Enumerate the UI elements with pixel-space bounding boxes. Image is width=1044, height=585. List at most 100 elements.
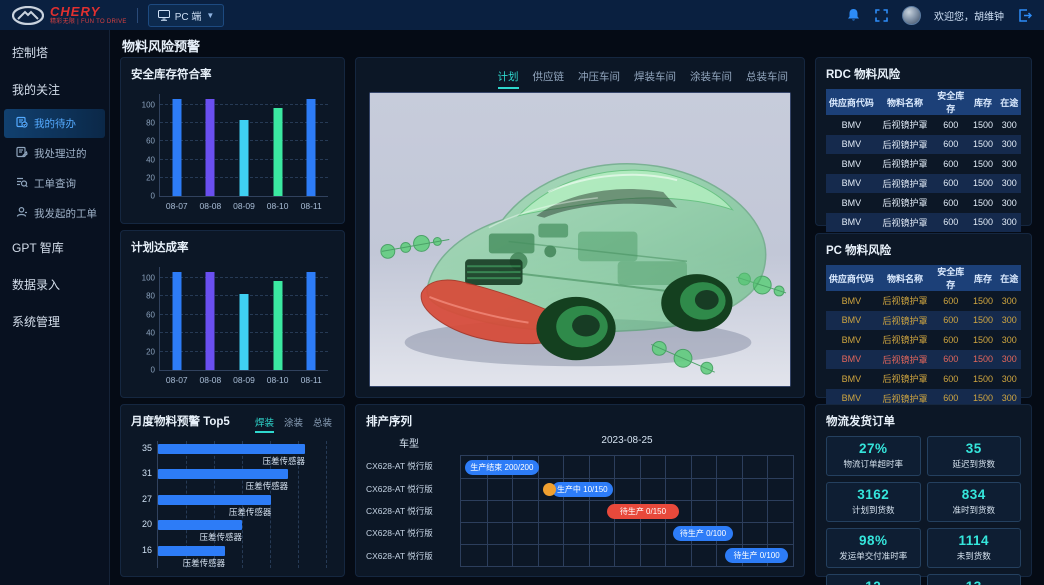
table-cell: 600 [933,350,968,370]
sidebar-item-label: 我的待办 [34,116,76,131]
table-cell: 600 [933,174,968,194]
sidebar-item-label: 我处理过的 [34,146,87,161]
gantt-model-label: CX628-AT 悦行版 [366,455,452,477]
device-selector-dropdown[interactable]: PC 端 ▼ [148,4,225,27]
table-cell: BMV [826,174,877,194]
person-icon [16,206,28,221]
y-axis-tick-label: 60 [146,137,155,146]
bar-item-label: 压差传感器 [199,531,242,543]
panel-title: 排产序列 [366,413,794,429]
sidebar-item-1[interactable]: 我的关注 [0,71,109,108]
table-cell: 后视镜护罩 [877,115,934,135]
table-row: BMV后视镜护罩6001500300 [826,213,1021,233]
chart-plot-area: 02040608010008-0708-0808-0908-1008-11 [159,94,328,197]
bar-20 [158,520,242,530]
table-cell: 后视镜护罩 [877,291,934,311]
sidebar-item-3[interactable]: 我处理过的 [4,139,105,168]
user-avatar[interactable] [902,6,921,25]
workshop-tab-冲压车间[interactable]: 冲压车间 [578,69,620,89]
notification-bell-icon[interactable] [846,8,861,23]
hbar-row: 20压差传感器 [158,517,326,542]
table-cell: 后视镜护罩 [877,213,934,233]
table-cell: 300 [998,135,1021,155]
y-axis-tick-label: 80 [146,119,155,128]
sidebar-item-label: 工单查询 [34,176,76,191]
table-cell: 后视镜护罩 [877,369,934,389]
kpi-card-5: 1114未到货数 [927,528,1022,568]
workshop-tab-涂装车间[interactable]: 涂装车间 [690,69,732,89]
table-cell: BMV [826,213,877,233]
sidebar-item-4[interactable]: 工单查询 [4,169,105,198]
x-axis-tick-label: 08-07 [166,375,188,385]
sidebar-item-2[interactable]: 我的待办 [4,109,105,138]
gantt-model-label: CX628-AT 悦行版 [366,477,452,499]
column-header: 安全库存 [933,265,968,291]
table-cell: 300 [998,350,1021,370]
x-axis-tick-label: 08-07 [166,201,188,211]
table-cell: BMV [826,350,877,370]
bar-08-07 [172,99,181,196]
table-row: BMV后视镜护罩6001500300 [826,330,1021,350]
table-cell: 后视镜护罩 [877,311,934,331]
hbar-row: 35压差传感器 [158,441,326,466]
table-header-row: 供应商代码物料名称安全库存库存在途 [826,265,1021,291]
table-cell: 300 [998,115,1021,135]
column-header: 库存 [968,265,997,291]
x-axis-tick-label: 08-08 [200,201,222,211]
front-wheel [536,297,615,360]
monitor-icon [158,10,170,21]
table-cell: 600 [933,291,968,311]
sidebar-item-0[interactable]: 控制塔 [0,34,109,71]
y-axis-tick-label: 20 [146,173,155,182]
table-cell: 300 [998,311,1021,331]
bar-08-10 [273,108,282,196]
gantt-bar: 待生产 0/100 [725,548,788,563]
column-header: 物料名称 [877,265,934,291]
chevron-down-icon: ▼ [206,11,214,20]
monthly-warning-hbar-chart: 35压差传感器31压差传感器27压差传感器20压差传感器16压差传感器 [131,435,334,570]
brand-tagline: 精彩无限 | FUN TO DRIVE [50,19,127,25]
chery-logo: CHERY 精彩无限 | FUN TO DRIVE [12,5,127,25]
y-axis-tick-label: 40 [146,329,155,338]
workshop-tab-焊装车间[interactable]: 焊装车间 [634,69,676,89]
hbar-row: 16压差传感器 [158,543,326,568]
exploded-car-render [369,92,791,387]
monthly-tab-总装[interactable]: 总装 [313,415,332,433]
gantt-gridline [563,456,564,566]
bar-value-label: 27 [142,494,152,504]
panel-title: 安全库存符合率 [131,66,334,82]
rear-wheel [661,274,732,331]
workshop-tab-计划[interactable]: 计划 [498,69,519,89]
sidebar-item-7[interactable]: 数据录入 [0,266,109,303]
x-axis-tick-label: 08-11 [301,201,322,211]
x-axis-tick-label: 08-09 [233,375,255,385]
sidebar-item-8[interactable]: 系统管理 [0,303,109,340]
fullscreen-icon[interactable] [874,8,889,23]
sidebar-item-6[interactable]: GPT 智库 [0,229,109,266]
table-row: BMV后视镜护罩6001500300 [826,291,1021,311]
sidebar-item-5[interactable]: 我发起的工单 [4,199,105,228]
kpi-card-1: 35延迟到货数 [927,436,1022,476]
table-cell: 600 [933,154,968,174]
bar-27 [158,495,271,505]
bar-value-label: 16 [142,545,152,555]
plan-completion-bar-chart: 02040608010008-0708-0808-0908-1008-11 [131,259,334,391]
kpi-value: 27% [829,441,918,456]
monthly-tab-涂装[interactable]: 涂装 [284,415,303,433]
workshop-tab-供应链[interactable]: 供应链 [533,69,565,89]
logout-icon[interactable] [1017,8,1032,23]
panel-vehicle-risk-view: 计划供应链冲压车间焊装车间涂装车间总装车间 [355,57,805,398]
bar-08-09 [240,294,249,370]
gantt-gridline [461,522,793,523]
table-cell: 600 [933,193,968,213]
monthly-warning-tabs: 焊装涂装总装 [255,415,332,433]
table-cell: 1500 [968,350,997,370]
y-axis-tick-label: 20 [146,347,155,356]
workshop-tab-总装车间[interactable]: 总装车间 [746,69,788,89]
gridline [160,104,328,105]
y-axis-tick-label: 60 [146,310,155,319]
monthly-tab-焊装[interactable]: 焊装 [255,415,274,433]
y-axis-tick-label: 80 [146,292,155,301]
table-cell: BMV [826,193,877,213]
kpi-value: 1114 [930,533,1019,548]
